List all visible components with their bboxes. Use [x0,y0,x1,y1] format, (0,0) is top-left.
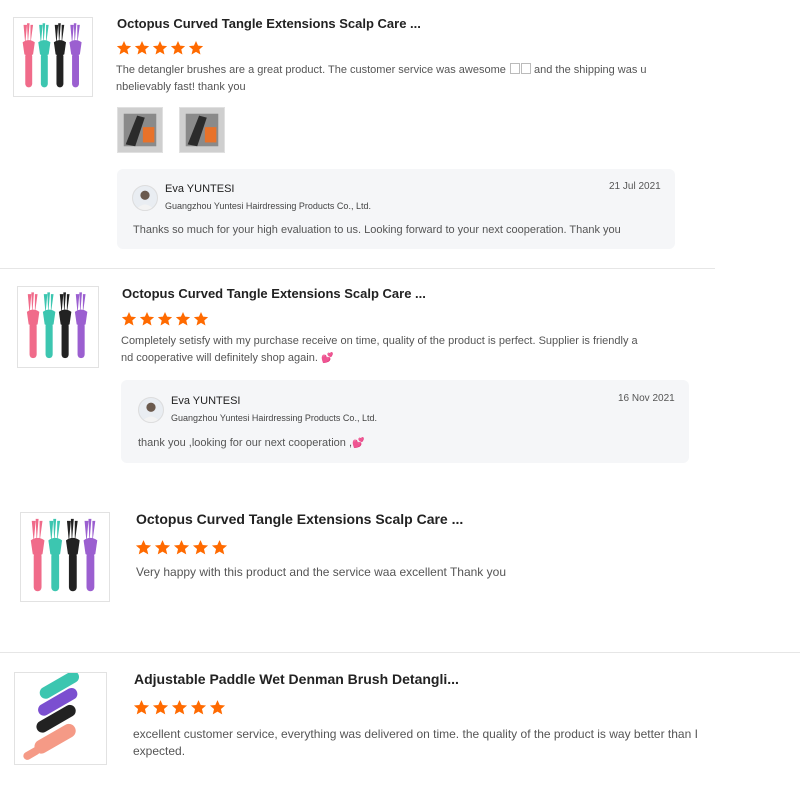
review-text-line2: nbelievably fast! thank you [116,81,246,93]
review-photo[interactable] [117,107,163,153]
emoji-placeholder [520,63,531,74]
heart-emoji-icon: 💕 [352,438,365,449]
seller-reply: Eva YUNTESI Guangzhou Yuntesi Hairdressi… [121,380,689,463]
review-text-line2: nd cooperative will definitely shop agai… [121,352,321,364]
star-icon [135,539,152,556]
seller-reply: Eva YUNTESI Guangzhou Yuntesi Hairdressi… [117,169,675,249]
review-text: Very happy with this product and the ser… [136,565,506,579]
review-photo[interactable] [179,107,225,153]
review-text: Completely setisfy with my purchase rece… [121,333,681,367]
product-title[interactable]: Octopus Curved Tangle Extensions Scalp C… [122,286,426,301]
product-title[interactable]: Octopus Curved Tangle Extensions Scalp C… [117,16,421,31]
reply-company[interactable]: Guangzhou Yuntesi Hairdressing Products … [165,201,371,211]
reply-company[interactable]: Guangzhou Yuntesi Hairdressing Products … [171,413,377,423]
reply-text: Thanks so much for your high evaluation … [133,224,621,236]
review-photos [117,107,225,153]
star-icon [152,40,168,56]
star-icon [154,539,171,556]
star-icon [173,539,190,556]
emoji-placeholder [509,63,520,74]
product-thumbnail[interactable] [14,672,107,765]
heart-emoji-icon: 💕 [320,353,334,364]
star-icon [134,40,150,56]
star-icon [157,311,173,327]
review-divider [0,652,800,653]
rating-stars [135,539,228,556]
rating-stars [116,40,204,56]
product-thumbnail[interactable] [20,512,110,602]
review-text: excellent customer service, everything w… [133,726,793,760]
product-thumbnail[interactable] [13,17,93,97]
reply-date: 21 Jul 2021 [609,181,661,192]
reply-date: 16 Nov 2021 [618,393,675,404]
star-icon [209,699,226,716]
star-icon [190,699,207,716]
star-icon [171,699,188,716]
paddle-brush-image [15,673,106,764]
octopus-brush-image [14,18,92,96]
rating-stars [133,699,226,716]
product-title[interactable]: Octopus Curved Tangle Extensions Scalp C… [136,511,463,527]
octopus-brush-image [18,287,98,367]
reply-author-name: Eva YUNTESI [171,395,241,407]
reply-text: thank you ,looking for our next cooperat… [138,437,353,449]
reply-author-name: Eva YUNTESI [165,183,235,195]
octopus-brush-image [21,513,109,601]
star-icon [188,40,204,56]
review-text-line2: expected. [133,744,186,758]
star-icon [175,311,191,327]
star-icon [192,539,209,556]
product-thumbnail[interactable] [17,286,99,368]
review-text-line1: excellent customer service, everything w… [133,727,698,741]
review-text: The detangler brushes are a great produc… [116,62,656,96]
star-icon [193,311,209,327]
product-title[interactable]: Adjustable Paddle Wet Denman Brush Detan… [134,671,459,687]
review-text-line1-cont: and the shipping was u [530,64,647,76]
star-icon [170,40,186,56]
star-icon [211,539,228,556]
star-icon [152,699,169,716]
avatar [138,397,164,423]
review-divider [0,268,715,269]
rating-stars [121,311,209,327]
review-text-line1: Completely setisfy with my purchase rece… [121,335,638,347]
avatar [132,185,158,211]
star-icon [116,40,132,56]
star-icon [139,311,155,327]
star-icon [121,311,137,327]
reply-text-wrap: thank you ,looking for our next cooperat… [138,437,364,449]
star-icon [133,699,150,716]
review-text-line1: The detangler brushes are a great produc… [116,64,506,76]
